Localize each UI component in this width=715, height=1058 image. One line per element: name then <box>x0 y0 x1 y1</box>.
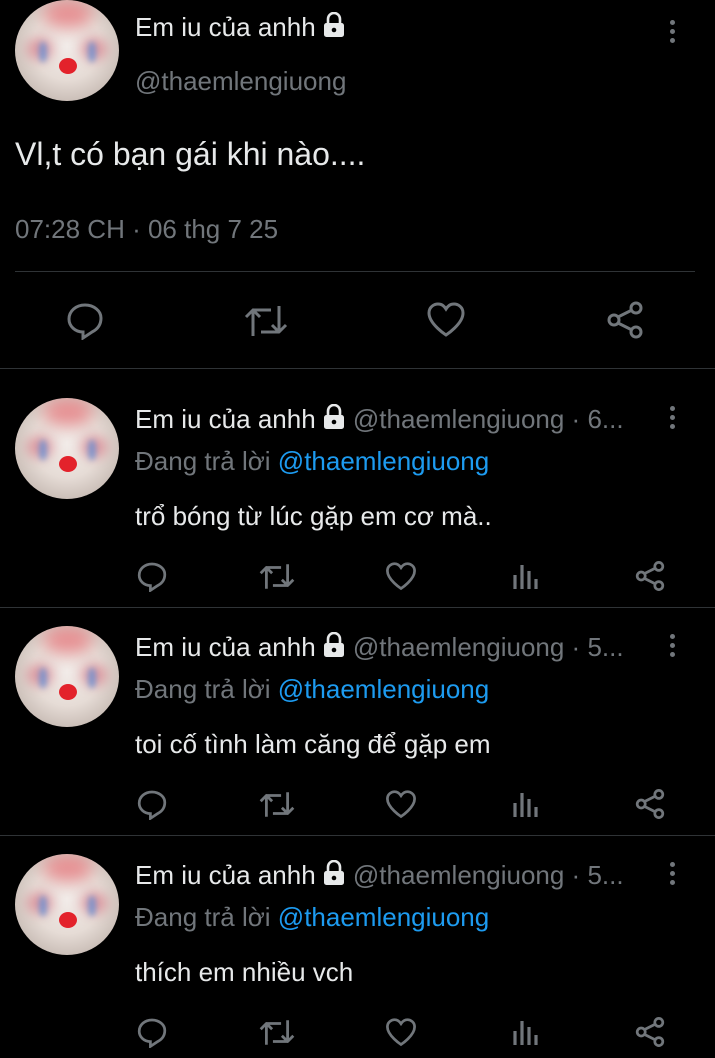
share-icon[interactable] <box>634 1016 666 1048</box>
lock-icon <box>322 860 346 893</box>
heart-icon[interactable] <box>426 302 466 338</box>
retweet-icon[interactable] <box>259 1017 295 1048</box>
display-name[interactable]: Em iu của anhh <box>135 632 316 662</box>
more-options-icon[interactable] <box>670 20 676 47</box>
tweet-text: Vl,t có bạn gái khi nào.... <box>15 136 366 172</box>
replying-to: Đang trả lời @thaemlengiuong <box>135 902 490 932</box>
lock-icon <box>322 404 346 437</box>
display-name[interactable]: Em iu của anhh <box>135 404 316 434</box>
more-options-icon[interactable] <box>670 634 676 661</box>
avatar[interactable] <box>15 0 119 101</box>
views-icon[interactable] <box>511 561 541 591</box>
reply-icon[interactable] <box>136 1016 168 1048</box>
share-icon[interactable] <box>634 788 666 820</box>
reply-tweet[interactable]: Em iu của anhh @thaemlengiuong · 5... Đa… <box>0 852 715 1058</box>
tweet-timestamp[interactable]: 07:28 CH · 06 thg 7 25 <box>15 214 278 245</box>
heart-icon[interactable] <box>385 1018 417 1047</box>
user-handle[interactable]: @thaemlengiuong <box>135 66 346 97</box>
reply-header[interactable]: Em iu của anhh @thaemlengiuong · 5... <box>135 860 655 893</box>
avatar[interactable] <box>15 854 119 955</box>
reply-divider <box>0 835 715 836</box>
heart-icon[interactable] <box>385 790 417 819</box>
reply-tweet[interactable]: Em iu của anhh @thaemlengiuong · 6... Đa… <box>0 396 715 606</box>
lock-icon <box>322 11 346 45</box>
reply-header[interactable]: Em iu của anhh @thaemlengiuong · 6... <box>135 404 655 437</box>
replying-to-link[interactable]: @thaemlengiuong <box>278 446 489 476</box>
reply-divider <box>0 607 715 608</box>
reply-text: thích em nhiều vch <box>135 957 354 987</box>
reply-header[interactable]: Em iu của anhh @thaemlengiuong · 5... <box>135 632 655 665</box>
retweet-icon[interactable] <box>259 561 295 592</box>
views-icon[interactable] <box>511 789 541 819</box>
reply-text: trổ bóng từ lúc gặp em cơ mà.. <box>135 501 492 531</box>
display-name[interactable]: Em iu của anhh <box>135 11 346 45</box>
share-icon[interactable] <box>634 560 666 592</box>
handle-time[interactable]: @thaemlengiuong · 6... <box>353 404 624 434</box>
reply-tweet[interactable]: Em iu của anhh @thaemlengiuong · 5... Đa… <box>0 624 715 834</box>
reply-text: toi cố tình làm căng để gặp em <box>135 729 491 759</box>
avatar[interactable] <box>15 626 119 727</box>
views-icon[interactable] <box>511 1017 541 1047</box>
section-divider <box>0 368 715 369</box>
replying-to-link[interactable]: @thaemlengiuong <box>278 902 489 932</box>
main-tweet: Em iu của anhh @thaemlengiuong Vl,t có b… <box>0 0 715 368</box>
replying-to: Đang trả lời @thaemlengiuong <box>135 446 490 476</box>
retweet-icon[interactable] <box>244 302 288 340</box>
more-options-icon[interactable] <box>670 406 676 433</box>
replying-to: Đang trả lời @thaemlengiuong <box>135 674 490 704</box>
handle-time[interactable]: @thaemlengiuong · 5... <box>353 632 624 662</box>
avatar[interactable] <box>15 398 119 499</box>
display-name[interactable]: Em iu của anhh <box>135 860 316 890</box>
handle-time[interactable]: @thaemlengiuong · 5... <box>353 860 624 890</box>
lock-icon <box>322 632 346 665</box>
reply-icon[interactable] <box>65 300 105 340</box>
replying-to-link[interactable]: @thaemlengiuong <box>278 674 489 704</box>
reply-icon[interactable] <box>136 560 168 592</box>
reply-icon[interactable] <box>136 788 168 820</box>
heart-icon[interactable] <box>385 562 417 591</box>
share-icon[interactable] <box>605 300 645 340</box>
retweet-icon[interactable] <box>259 789 295 820</box>
divider <box>15 271 695 272</box>
more-options-icon[interactable] <box>670 862 676 889</box>
